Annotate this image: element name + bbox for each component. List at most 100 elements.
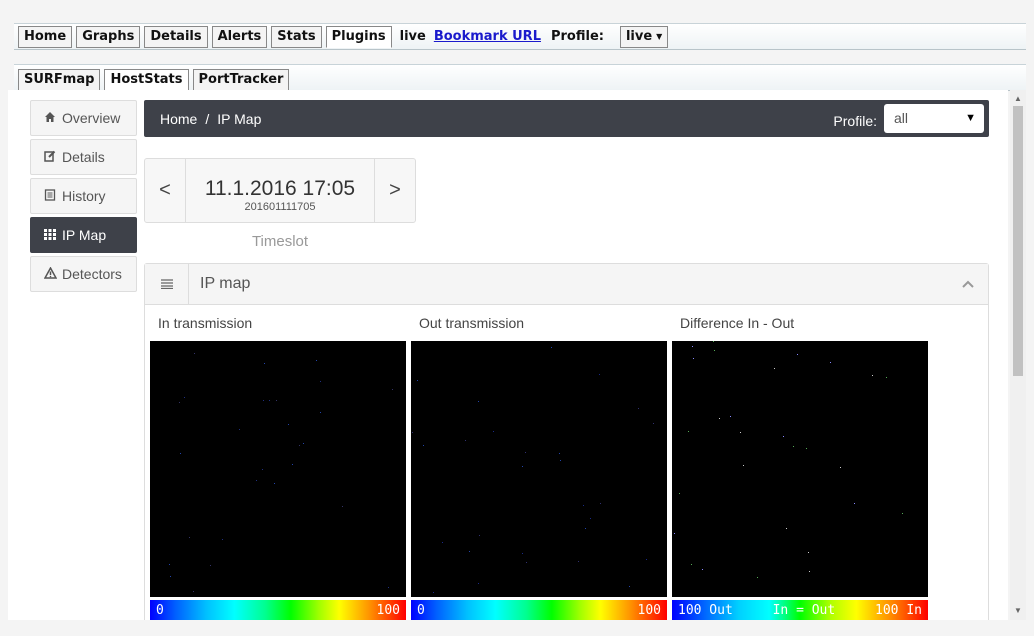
map-dot [263, 400, 264, 401]
scale-min: 100 Out [678, 602, 733, 618]
in-transmission-label: In transmission [158, 315, 253, 331]
map-dot [809, 571, 810, 572]
map-dot [886, 377, 887, 378]
map-dot [692, 346, 693, 347]
sidebar-item-history[interactable]: History [30, 178, 137, 214]
map-dot [719, 418, 720, 419]
tab-home[interactable]: Home [18, 25, 73, 48]
home-icon [43, 111, 57, 126]
sidebar-item-detectors[interactable]: Detectors [30, 256, 137, 292]
map-dot [679, 493, 680, 494]
sidebar-item-overview[interactable]: Overview [30, 100, 137, 136]
map-dot [320, 381, 321, 382]
map-dot [714, 350, 715, 351]
scrollbar-thumb[interactable] [1013, 106, 1023, 376]
sidebar-item-label: Detectors [62, 266, 122, 282]
map-dot [262, 469, 263, 470]
map-dot [469, 551, 470, 552]
map-dot [170, 576, 171, 577]
tab-details[interactable]: Details [144, 25, 208, 48]
warning-icon [43, 265, 57, 282]
scroll-up-icon[interactable]: ▲ [1014, 94, 1022, 103]
map-dot [184, 397, 185, 398]
map-dot [180, 453, 181, 454]
map-dot [256, 480, 257, 481]
map-dot [526, 562, 527, 563]
profile-dropdown[interactable]: live ▼ [619, 25, 669, 48]
map-dot [629, 586, 630, 587]
live-indicator: live [399, 29, 426, 44]
scroll-down-icon[interactable]: ▼ [1014, 606, 1022, 615]
difference-label: Difference In - Out [680, 315, 795, 331]
map-dot [688, 431, 689, 432]
map-dot [478, 583, 479, 584]
timeslot-display[interactable]: 11.1.2016 17:05 201601111705 [186, 159, 374, 222]
map-dot [872, 375, 873, 376]
map-dot [638, 408, 639, 409]
map-dot [274, 483, 275, 484]
sidebar-item-label: IP Map [62, 227, 107, 243]
map-dot [493, 431, 494, 432]
timeslot-next-button[interactable]: > [374, 159, 415, 222]
map-dot [743, 465, 744, 466]
out-transmission-map [411, 341, 667, 597]
map-dot [288, 424, 289, 425]
caret-down-icon: ▼ [965, 112, 976, 124]
breadcrumb-current: IP Map [217, 110, 262, 127]
map-dot [169, 564, 170, 565]
timeslot-date: 11.1.2016 17:05 [204, 177, 356, 200]
tab-graphs[interactable]: Graphs [76, 25, 141, 48]
panel-title: IP map [200, 275, 251, 292]
map-dot [583, 505, 584, 506]
map-dot [757, 577, 758, 578]
tab-stats[interactable]: Stats [271, 25, 322, 48]
map-dot [840, 467, 841, 468]
breadcrumb-profile-value: all [894, 110, 909, 126]
map-dot [830, 362, 831, 363]
map-dot [388, 587, 389, 588]
map-dot [417, 380, 418, 381]
tab-porttracker[interactable]: PortTracker [192, 69, 290, 91]
scale-max: 100 [637, 602, 661, 618]
menu-icon[interactable] [145, 264, 189, 304]
timeslot-code: 201601111705 [244, 201, 316, 213]
breadcrumb-profile-label: Profile: [833, 113, 877, 129]
map-dot [423, 445, 424, 446]
profile-dropdown-value: live [625, 28, 653, 44]
timeslot-prev-button[interactable]: < [145, 159, 186, 222]
tab-alerts[interactable]: Alerts [211, 25, 268, 48]
tab-surfmap[interactable]: SURFmap [18, 69, 101, 91]
map-dot [693, 358, 694, 359]
sidebar-item-ip-map[interactable]: IP Map [30, 217, 137, 253]
scale-max: 100 In [875, 602, 922, 618]
map-dot [316, 360, 317, 361]
map-dot [210, 565, 211, 566]
tab-hoststats[interactable]: HostStats [104, 69, 189, 91]
caret-down-icon: ▼ [656, 31, 663, 41]
timeslot-label: Timeslot [251, 233, 309, 250]
breadcrumb: Home / IP Map Profile: all ▼ [144, 100, 989, 137]
map-dot [292, 464, 293, 465]
map-dot [299, 445, 300, 446]
out-transmission-scale: 0 100 [411, 600, 667, 620]
page-scrollbar[interactable]: ▲ ▼ [1010, 90, 1026, 620]
tab-plugins[interactable]: Plugins [325, 25, 392, 48]
bookmark-url-link[interactable]: Bookmark URL [434, 29, 541, 44]
map-dot [793, 446, 794, 447]
profile-label: Profile: [550, 29, 604, 44]
map-dot [276, 400, 277, 401]
map-dot [646, 559, 647, 560]
breadcrumb-profile-select[interactable]: all ▼ [884, 104, 984, 133]
map-dot [854, 503, 855, 504]
difference-scale: 100 Out In = Out 100 In [672, 600, 928, 620]
map-dot [269, 400, 270, 401]
chevron-up-icon[interactable] [962, 275, 974, 291]
map-dot [740, 432, 741, 433]
map-dot [392, 389, 393, 390]
map-dot [442, 542, 443, 543]
sidebar-item-details[interactable]: Details [30, 139, 137, 175]
sidebar: Overview Details History IP Map Detector… [30, 100, 137, 295]
breadcrumb-home[interactable]: Home [160, 111, 197, 127]
map-dot [189, 537, 190, 538]
main-nav-bar: Home Graphs Details Alerts Stats Plugins… [14, 23, 1026, 50]
